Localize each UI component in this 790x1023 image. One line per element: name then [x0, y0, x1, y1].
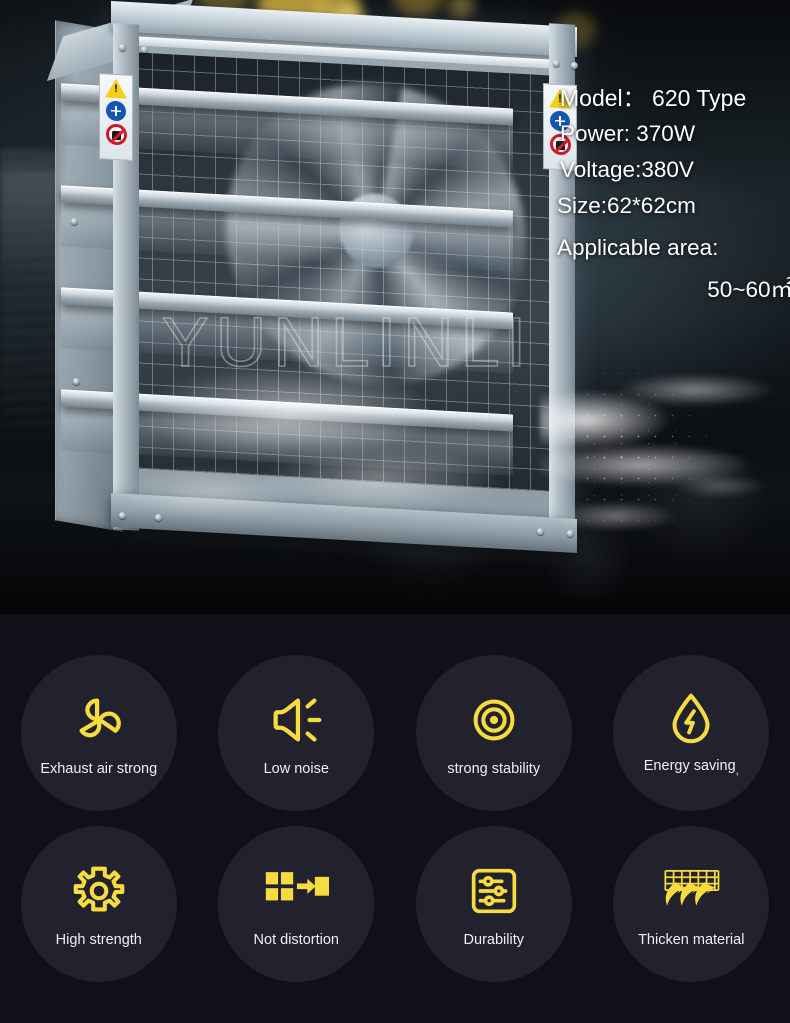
mandatory-blue-icon — [106, 100, 126, 122]
grid-airflow-arrows-icon — [664, 869, 720, 906]
feature-label: High strength — [55, 931, 142, 948]
spec-model: Model： 620 Type — [560, 85, 747, 111]
product-spec-list: Model： 620 Type Power: 370W Voltage:380V… — [557, 80, 790, 308]
rivet — [141, 46, 148, 53]
bokeh-light — [448, 0, 474, 18]
feature-label-tail: , — [735, 765, 739, 777]
mist-overlay — [120, 330, 540, 570]
feature-thicken-material[interactable]: Thicken material — [593, 826, 790, 1006]
bokeh-light — [392, 0, 444, 16]
feature-label: strong stability — [447, 760, 541, 777]
spec-size: Size:62*62cm — [557, 193, 696, 218]
no-hands-prohibition-icon — [105, 123, 127, 146]
concentric-target-icon — [473, 699, 515, 740]
feature-exhaust-air-strong[interactable]: Exhaust air strong — [0, 655, 198, 835]
speaker-sound-waves-icon — [273, 697, 322, 742]
feature-circle: strong stability — [415, 655, 572, 811]
feature-durability[interactable]: Durability — [395, 826, 593, 1006]
spec-power: Power: 370W — [560, 121, 696, 146]
feature-label: Durability — [463, 931, 524, 948]
feature-circle: Exhaust air strong — [20, 655, 177, 811]
feature-strong-stability[interactable]: strong stability — [395, 655, 593, 835]
feature-circle: Low noise — [218, 655, 375, 811]
safety-decal-left — [99, 73, 133, 161]
feature-grid-section: Exhaust air strong Low noise strong stab… — [0, 614, 790, 1023]
rivet — [119, 44, 126, 51]
product-hero-photo: YUNLINLI Model： 620 Type Power: 370W Vol… — [0, 0, 790, 614]
feature-circle: High strength — [20, 826, 177, 982]
feature-high-strength[interactable]: High strength — [0, 826, 198, 1006]
fan-blades-icon — [79, 697, 121, 737]
settings-sliders-icon — [471, 868, 516, 913]
spec-coverage: 50~60㎡ — [707, 277, 790, 302]
rivet — [553, 60, 560, 67]
feature-circle: Energy saving, — [613, 655, 770, 811]
feature-circle: Not distortion — [218, 826, 375, 982]
feature-label: Thicken material — [638, 931, 745, 948]
feature-low-noise[interactable]: Low noise — [198, 655, 396, 835]
rivet — [73, 378, 80, 385]
feature-row-2: High strength Not distortion Durability … — [0, 826, 790, 1006]
feature-energy-saving[interactable]: Energy saving, — [593, 655, 790, 835]
spec-area: Applicable area: — [557, 235, 719, 260]
feature-label-text: Energy saving — [643, 758, 736, 774]
feature-not-distortion[interactable]: Not distortion — [198, 826, 396, 1006]
warning-triangle-icon — [105, 78, 127, 99]
rivet — [571, 62, 578, 69]
feature-circle: Durability — [415, 826, 572, 982]
feature-circle: Thicken material — [613, 826, 770, 982]
product-marketing-page: YUNLINLI Model： 620 Type Power: 370W Vol… — [0, 0, 790, 1023]
feature-label: Exhaust air strong — [40, 760, 158, 777]
squares-merge-arrow-icon — [266, 871, 330, 900]
spec-voltage: Voltage:380V — [560, 157, 694, 182]
rivet — [71, 218, 78, 225]
feature-label: Not distortion — [253, 931, 339, 948]
droplet-lightning-icon — [672, 693, 710, 744]
feature-label: Energy saving, — [644, 758, 739, 780]
dust-particles — [545, 300, 790, 600]
feature-label: Low noise — [263, 760, 329, 777]
feature-row-1: Exhaust air strong Low noise strong stab… — [0, 655, 790, 835]
gear-cog-icon — [73, 866, 125, 911]
